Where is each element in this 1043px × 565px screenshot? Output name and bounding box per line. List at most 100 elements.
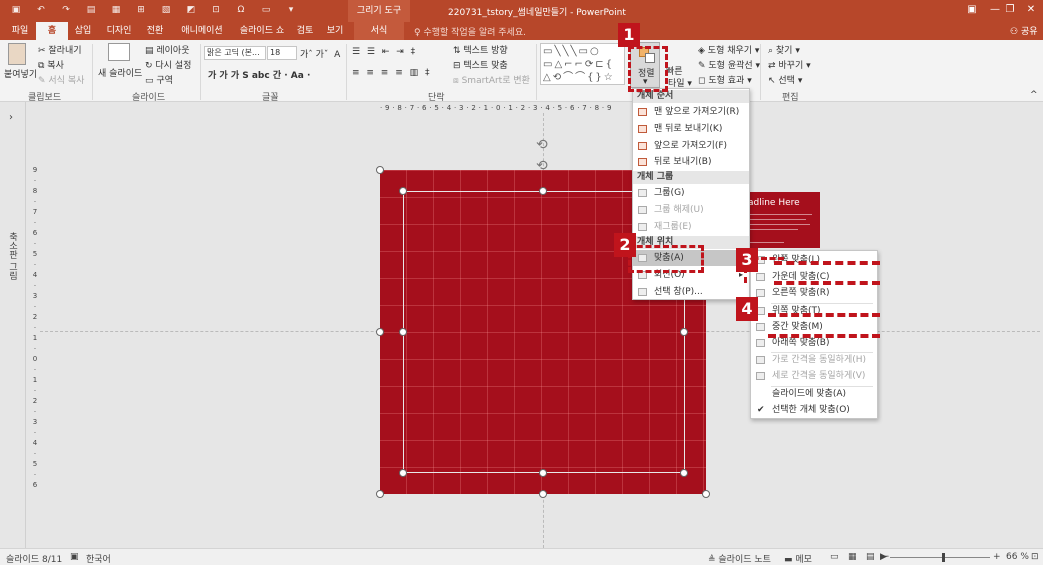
resize-handle[interactable] — [376, 490, 384, 498]
bring-to-front-item[interactable]: 맨 앞으로 가져오기(R) — [633, 104, 749, 120]
resize-handle[interactable] — [399, 328, 407, 336]
reading-view-icon[interactable]: ▤ — [866, 552, 875, 562]
new-slide-icon[interactable] — [108, 43, 130, 61]
layout-button[interactable]: ▤ 레이아웃 — [145, 43, 190, 56]
zoom-slider-thumb[interactable] — [942, 553, 945, 562]
copy-button[interactable]: ⧉ 복사 — [38, 58, 64, 71]
picture-icon[interactable]: ▧ — [158, 3, 174, 17]
tab-file[interactable]: 파일 — [4, 22, 36, 40]
zoom-in-button[interactable]: + — [993, 552, 1001, 562]
shape-icon[interactable]: ◩ — [183, 3, 199, 17]
paste-icon[interactable] — [8, 43, 26, 65]
smartart-button[interactable]: ⧈ SmartArt로 변환 — [453, 73, 530, 86]
background-slide-preview[interactable]: adline Here — [740, 192, 820, 248]
normal-view-icon[interactable]: ▭ — [830, 552, 839, 562]
more-icon[interactable]: ▾ — [283, 3, 299, 17]
send-to-back-item[interactable]: 맨 뒤로 보내기(K) — [633, 121, 749, 137]
font-size-buttons[interactable]: 가ˆ 가ˇ A — [300, 47, 340, 60]
shape-outline-button[interactable]: ✎ 도형 윤곽선 ▾ — [698, 58, 760, 71]
font-style-buttons[interactable]: 가 가 가 S abc 간 · Aa · — [208, 68, 310, 81]
tab-slideshow[interactable]: 슬라이드 쇼 — [234, 22, 290, 40]
grid-icon[interactable]: ▦ — [108, 3, 124, 17]
chevron-right-icon[interactable]: › — [9, 112, 13, 123]
zoom-level[interactable]: 66 % — [1006, 552, 1029, 562]
distribute-horizontal-item[interactable]: 가로 간격을 동일하게(H) — [751, 352, 877, 368]
symbol-icon[interactable]: ⊡ — [208, 3, 224, 17]
format-painter-button[interactable]: ✎ 서식 복사 — [38, 73, 84, 86]
collapse-ribbon-icon[interactable]: ^ — [1030, 90, 1038, 100]
find-button[interactable]: ⌕ 찾기 ▾ — [768, 43, 800, 56]
section-button[interactable]: ▭ 구역 — [145, 73, 173, 86]
tab-design[interactable]: 디자인 — [100, 22, 138, 40]
shape-effects-button[interactable]: ◻ 도형 효과 ▾ — [698, 73, 752, 86]
regroup-item[interactable]: 재그룹(E) — [633, 219, 749, 235]
resize-handle[interactable] — [539, 187, 547, 195]
reset-button[interactable]: ↻ 다시 설정 — [145, 58, 191, 71]
share-button[interactable]: ⚇ 공유 — [1010, 24, 1038, 37]
zoom-out-button[interactable]: − — [882, 552, 890, 562]
slideshow-icon[interactable]: ▤ — [83, 3, 99, 17]
textbox-icon[interactable]: ▭ — [258, 3, 274, 17]
font-name-select[interactable]: 맑은 고딕 (본... — [204, 46, 266, 60]
shape-fill-button[interactable]: ◈ 도형 채우기 ▾ — [698, 43, 759, 56]
bring-forward-item[interactable]: 앞으로 가져오기(F) — [633, 138, 749, 154]
minimize-icon[interactable]: — — [988, 4, 1002, 15]
align-selected-objects-item[interactable]: ✔ 선택한 개체 맞춤(O) — [751, 402, 877, 418]
replace-button[interactable]: ⇄ 바꾸기 ▾ — [768, 58, 811, 71]
tab-insert[interactable]: 삽입 — [68, 22, 98, 40]
cut-button[interactable]: ✂ 잘라내기 — [38, 43, 82, 56]
tab-transitions[interactable]: 전환 — [140, 22, 170, 40]
annotation-badge-4: 4 — [736, 297, 758, 321]
thumbnail-pane-collapsed[interactable]: › 축소판 그림 — [0, 102, 26, 548]
resize-handle[interactable] — [376, 166, 384, 174]
resize-handle[interactable] — [702, 490, 710, 498]
new-slide-button[interactable]: 새 슬라이드 — [98, 66, 142, 79]
align-middle-item[interactable]: 중간 맞춤(M) — [751, 319, 877, 335]
zoom-slider[interactable] — [890, 557, 990, 558]
font-size-select[interactable]: 18 — [267, 46, 297, 60]
rotate-handle-icon[interactable]: ⟲ — [536, 158, 548, 174]
undo-icon[interactable]: ↶ — [33, 3, 49, 17]
text-direction-button[interactable]: ⇅ 텍스트 방향 — [453, 43, 508, 56]
ribbon-display-icon[interactable]: ▣ — [965, 4, 979, 15]
resize-handle[interactable] — [399, 469, 407, 477]
redo-icon[interactable]: ↷ — [58, 3, 74, 17]
list-buttons[interactable]: ☰ ☰ ⇤ ⇥ ‡ — [352, 47, 417, 57]
slide-sorter-icon[interactable]: ▦ — [848, 552, 857, 562]
ungroup-item[interactable]: 그룹 해제(U) — [633, 202, 749, 218]
comments-button[interactable]: ▬ 메모 — [784, 552, 812, 565]
fit-slide-icon[interactable]: ⊡ — [1031, 552, 1039, 562]
tab-home[interactable]: 홈 — [36, 22, 68, 40]
tab-format[interactable]: 서식 — [354, 22, 404, 40]
table-icon[interactable]: ⊞ — [133, 3, 149, 17]
align-right-item[interactable]: 오른쪽 맞춤(R) — [751, 285, 877, 301]
tell-me-search[interactable]: ♀ 수행할 작업을 알려 주세요. — [414, 25, 526, 38]
save-icon[interactable]: ▣ — [8, 3, 24, 17]
align-to-slide-item[interactable]: 슬라이드에 맞춤(A) — [751, 386, 877, 402]
send-backward-item[interactable]: 뒤로 보내기(B) — [633, 154, 749, 170]
tab-animations[interactable]: 애니메이션 — [172, 22, 232, 40]
omega-icon[interactable]: Ω — [233, 3, 249, 17]
distribute-vertical-item[interactable]: 세로 간격을 동일하게(V) — [751, 368, 877, 384]
resize-handle[interactable] — [680, 469, 688, 477]
notes-button[interactable]: ≜ 슬라이드 노트 — [708, 552, 771, 565]
rotate-handle-icon[interactable]: ⟲ — [536, 137, 548, 153]
resize-handle[interactable] — [539, 469, 547, 477]
select-button[interactable]: ↖ 선택 ▾ — [768, 73, 802, 86]
close-icon[interactable]: ✕ — [1024, 4, 1038, 15]
spellcheck-icon[interactable]: ▣ — [70, 552, 79, 562]
resize-handle[interactable] — [680, 328, 688, 336]
resize-handle[interactable] — [376, 328, 384, 336]
resize-handle[interactable] — [399, 187, 407, 195]
shapes-gallery[interactable]: ▭╲╲╲▭○ ▭△⌐⌐⟳⊏{△⟲⌒⌒{}☆ — [540, 43, 625, 85]
resize-handle[interactable] — [539, 490, 547, 498]
align-text-button[interactable]: ⊟ 텍스트 맞춤 — [453, 58, 508, 71]
paste-button[interactable]: 붙여넣기 — [4, 67, 37, 80]
tab-view[interactable]: 보기 — [322, 22, 348, 40]
restore-icon[interactable]: ❐ — [1003, 4, 1017, 15]
selection-pane-item[interactable]: 선택 창(P)... — [633, 284, 749, 300]
group-item[interactable]: 그룹(G) — [633, 185, 749, 201]
tab-review[interactable]: 검토 — [292, 22, 318, 40]
align-buttons[interactable]: ≡ ≡ ≡ ≡ ▥ ‡ — [352, 68, 431, 78]
language-indicator[interactable]: 한국어 — [86, 552, 111, 565]
